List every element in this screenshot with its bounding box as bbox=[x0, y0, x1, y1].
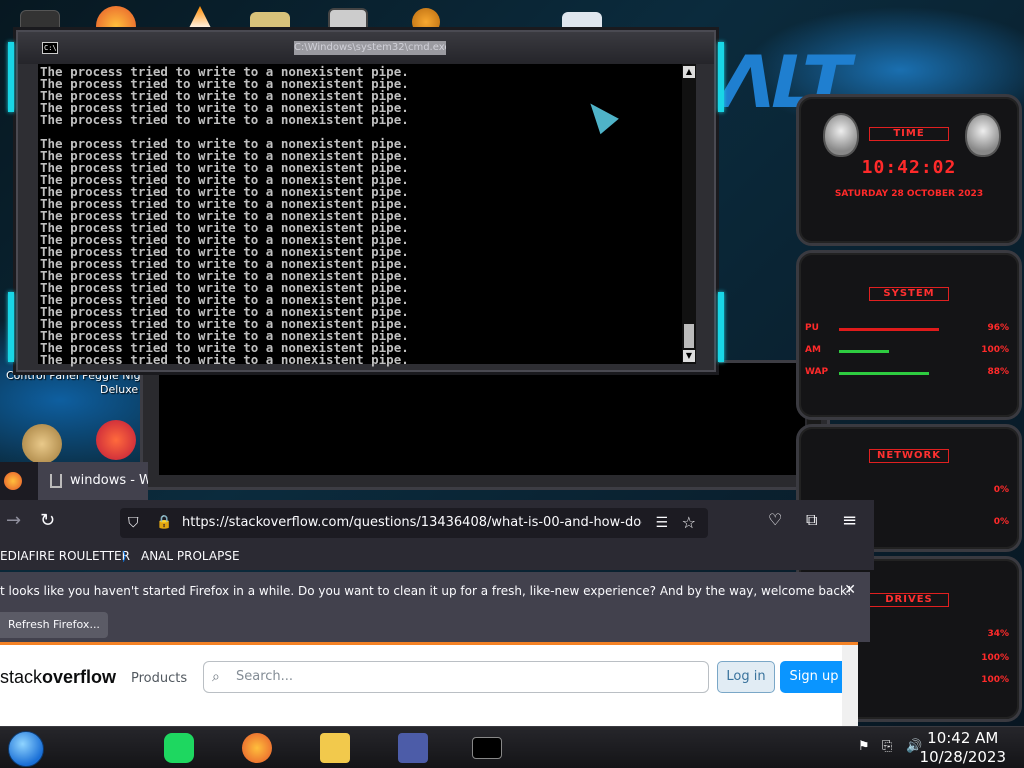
firefox-tabstrip: windows - W bbox=[0, 462, 148, 500]
system-gadget: SYSTEM PU 96% AM 100% WAP 88% bbox=[796, 250, 1022, 420]
pocket-icon[interactable]: ♡ bbox=[768, 510, 782, 529]
logo-bold: overflow bbox=[42, 667, 117, 687]
gadget-date: Saturday 28 October 2023 bbox=[834, 189, 984, 199]
bookmark-icon: ⟩ bbox=[122, 549, 127, 563]
file-explorer-taskbar-icon[interactable] bbox=[320, 733, 350, 763]
stackoverflow-logo[interactable]: stackoverflow bbox=[0, 667, 116, 688]
swap-bar bbox=[839, 372, 929, 375]
firefox-toolbar: → ↻ ⛉ 🔒 https://stackoverflow.com/questi… bbox=[0, 500, 874, 544]
cmd-scrollbar[interactable]: ▲ ▼ bbox=[682, 64, 696, 364]
refresh-firefox-button[interactable]: Refresh Firefox... bbox=[0, 612, 108, 638]
lock-icon[interactable]: 🔒 bbox=[156, 508, 172, 538]
tab-stackoverflow[interactable]: windows - W bbox=[38, 462, 148, 500]
gadget-clock: 10:42:02 bbox=[861, 157, 957, 178]
cmd-window[interactable]: C:\ C:\Windows\system32\cmd.exe The proc… bbox=[8, 30, 724, 372]
system-clock[interactable]: 10:42 AM 10/28/2023 bbox=[920, 729, 1006, 767]
ram-bar bbox=[839, 350, 889, 353]
frame-accent bbox=[8, 42, 14, 112]
search-icon: ⌕ bbox=[212, 669, 220, 685]
spotify-taskbar-icon[interactable] bbox=[164, 733, 194, 763]
taskbar: ⚑ ⎘ 🔊 10:42 AM 10/28/2023 bbox=[0, 726, 1024, 768]
alien-head-icon bbox=[823, 113, 859, 157]
ram-label: AM bbox=[805, 345, 821, 355]
forward-icon[interactable]: → bbox=[6, 510, 21, 531]
frame-accent bbox=[718, 42, 724, 112]
cmd-line: The process tried to write to a nonexist… bbox=[40, 112, 409, 127]
flag-icon[interactable]: ⚑ bbox=[858, 739, 870, 754]
cmd-line: The process tried to write to a nonexist… bbox=[40, 352, 409, 367]
url-text[interactable]: https://stackoverflow.com/questions/1343… bbox=[182, 508, 642, 538]
bookmarks-bar: EDIAFIRE ROULETTER ⟩ ANAL PROLAPSE bbox=[0, 544, 874, 570]
drive-value: 34% bbox=[987, 629, 1009, 639]
console-screen-background bbox=[159, 363, 805, 475]
drives-ribbon: DRIVES bbox=[869, 593, 949, 607]
console-window-background[interactable] bbox=[140, 360, 830, 490]
swap-row: WAP 88% bbox=[805, 367, 1009, 381]
cpu-label: PU bbox=[805, 323, 819, 333]
logo-light: stack bbox=[0, 667, 43, 687]
app-taskbar-icon[interactable] bbox=[398, 733, 428, 763]
cpu-value: 96% bbox=[987, 323, 1009, 333]
alien-head-icon bbox=[965, 113, 1001, 157]
notice-message: t looks like you haven't started Firefox… bbox=[0, 584, 852, 598]
bookmark-star-icon[interactable]: ☆ bbox=[682, 508, 696, 538]
close-icon[interactable]: ✕ bbox=[844, 582, 856, 598]
network-down-value: 0% bbox=[993, 517, 1009, 527]
firefox-taskbar-icon[interactable] bbox=[242, 733, 272, 763]
shield-icon[interactable]: ⛉ bbox=[128, 508, 139, 538]
cmd-taskbar-icon[interactable] bbox=[472, 737, 502, 759]
extensions-icon[interactable]: ⧉ bbox=[806, 510, 817, 530]
network-icon[interactable]: ⎘ bbox=[882, 739, 892, 754]
peggle-icon[interactable] bbox=[96, 420, 136, 460]
login-button[interactable]: Log in bbox=[717, 661, 775, 693]
stackoverflow-header: stackoverflow Products ⌕ Search... Log i… bbox=[0, 642, 858, 729]
cmd-titlebar[interactable]: C:\ C:\Windows\system32\cmd.exe bbox=[18, 32, 714, 64]
system-ribbon: SYSTEM bbox=[869, 287, 949, 301]
firefox-icon[interactable] bbox=[4, 472, 22, 490]
clock-date: 10/28/2023 bbox=[919, 748, 1006, 766]
tab-label: windows - W bbox=[70, 473, 148, 488]
products-link[interactable]: Products bbox=[131, 671, 187, 686]
swap-value: 88% bbox=[987, 367, 1009, 377]
cmd-icon: C:\ bbox=[42, 42, 58, 54]
money-bag-icon[interactable] bbox=[22, 424, 62, 464]
drive-value: 100% bbox=[981, 653, 1009, 663]
search-placeholder: Search... bbox=[236, 669, 294, 684]
cpu-bar bbox=[839, 328, 939, 331]
network-up-row: 0% bbox=[805, 485, 1009, 499]
frame-accent bbox=[718, 292, 724, 362]
start-button[interactable] bbox=[8, 731, 44, 767]
scroll-down-icon[interactable]: ▼ bbox=[683, 350, 695, 362]
ram-value: 100% bbox=[981, 345, 1009, 355]
desktop-label-peggle-deluxe: Deluxe bbox=[100, 383, 139, 396]
frame-accent bbox=[8, 292, 14, 362]
menu-icon[interactable]: ≡ bbox=[842, 510, 857, 531]
drive-value: 100% bbox=[981, 675, 1009, 685]
network-ribbon: NETWORK bbox=[869, 449, 949, 463]
url-bar[interactable]: ⛉ 🔒 https://stackoverflow.com/questions/… bbox=[120, 508, 708, 538]
swap-label: WAP bbox=[805, 367, 829, 377]
bookmark-item[interactable]: EDIAFIRE ROULETTER bbox=[0, 544, 130, 568]
cpu-row: PU 96% bbox=[805, 323, 1009, 337]
scroll-thumb[interactable] bbox=[684, 324, 694, 348]
cmd-output: The process tried to write to a nonexist… bbox=[40, 65, 409, 367]
reader-view-icon[interactable]: ☰ bbox=[655, 508, 668, 538]
time-gadget: TIME 10:42:02 Saturday 28 October 2023 bbox=[796, 94, 1022, 246]
signup-button[interactable]: Sign up bbox=[780, 661, 848, 693]
page-scrollbar[interactable] bbox=[842, 645, 858, 729]
ram-row: AM 100% bbox=[805, 345, 1009, 359]
firefox-refresh-notice: t looks like you haven't started Firefox… bbox=[0, 572, 870, 642]
scroll-up-icon[interactable]: ▲ bbox=[683, 66, 695, 78]
search-input[interactable]: ⌕ Search... bbox=[203, 661, 709, 693]
stackoverflow-tab-icon bbox=[50, 474, 62, 488]
bookmark-item[interactable]: ANAL PROLAPSE bbox=[141, 544, 240, 568]
reload-icon[interactable]: ↻ bbox=[40, 510, 55, 531]
time-ribbon: TIME bbox=[869, 127, 949, 141]
clock-time: 10:42 AM bbox=[927, 729, 999, 747]
network-up-value: 0% bbox=[993, 485, 1009, 495]
cmd-title: C:\Windows\system32\cmd.exe bbox=[294, 41, 446, 55]
